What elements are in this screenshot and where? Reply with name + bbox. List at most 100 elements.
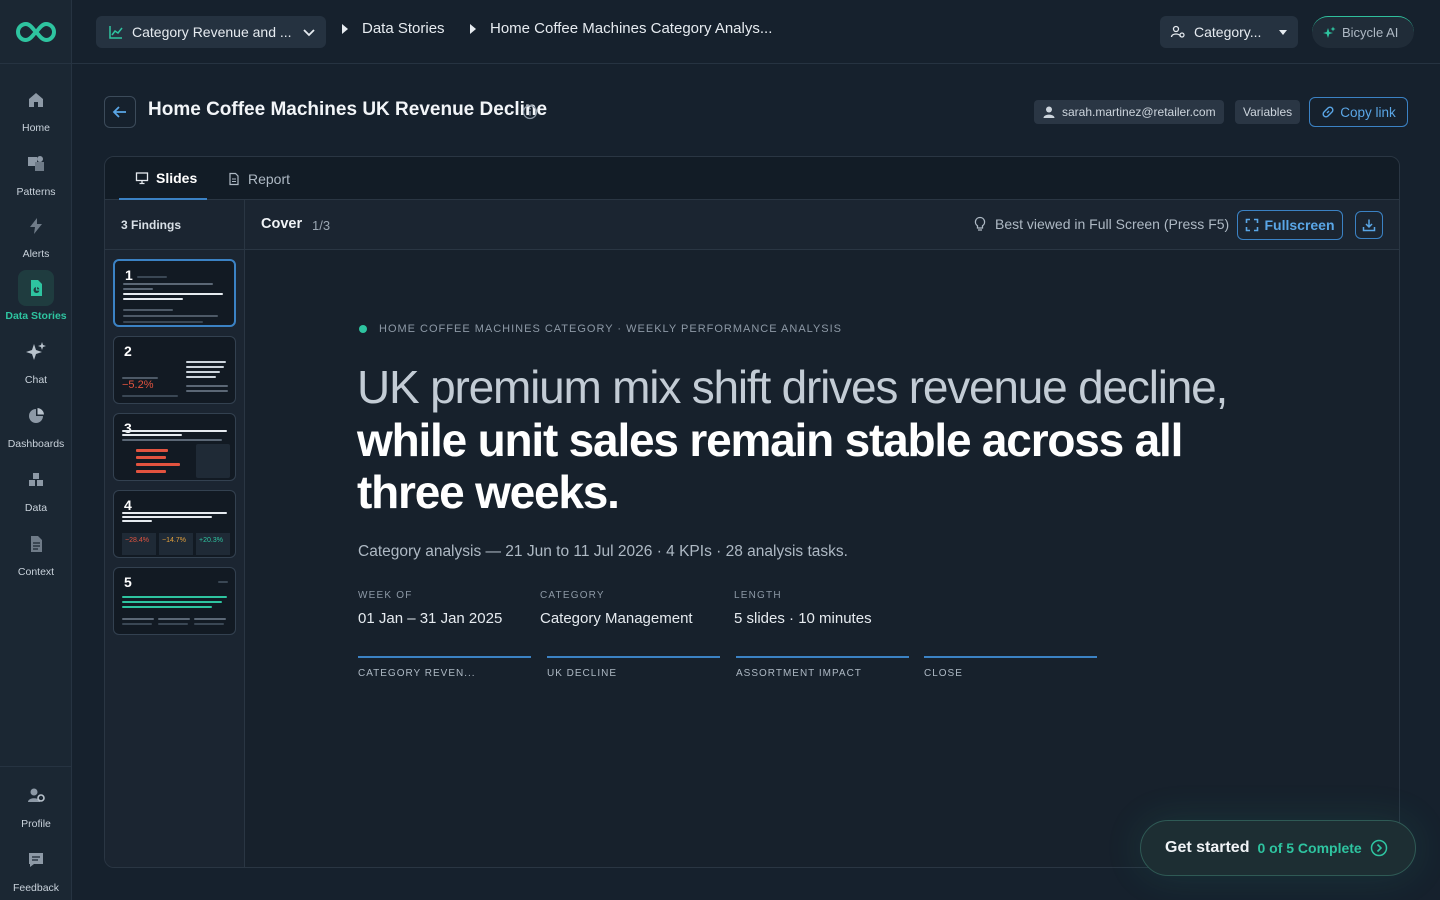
story-panel: Slides Report 3 Findings 1 2 −5.2% 3 4 −… xyxy=(104,156,1400,868)
thumb-line xyxy=(186,361,226,363)
nav-context[interactable]: Context xyxy=(0,526,72,578)
nav-label: Feedback xyxy=(12,882,60,894)
progress-segment[interactable] xyxy=(547,656,720,658)
left-nav: Home Patterns Alerts Data Stories Chat D… xyxy=(0,0,72,900)
thumb-line xyxy=(122,430,227,432)
slide-kicker-text: HOME COFFEE MACHINES CATEGORY · WEEKLY P… xyxy=(379,323,843,335)
top-bar: Category Revenue and ... Data Stories Ho… xyxy=(72,0,1440,64)
nav-data-stories[interactable]: Data Stories xyxy=(0,270,72,322)
category-select[interactable]: Category... xyxy=(1160,16,1298,48)
thumb-line xyxy=(194,618,226,620)
nav-data[interactable]: Data xyxy=(0,462,72,514)
nav-label: Dashboards xyxy=(7,438,65,450)
user-icon xyxy=(1043,106,1055,118)
lightbulb-icon xyxy=(974,216,986,231)
nav-label: Home xyxy=(21,122,50,134)
slide-toolbar: Cover 1/3 Best viewed in Full Screen (Pr… xyxy=(245,200,1399,250)
thumb-line xyxy=(218,581,228,583)
sparkle-icon xyxy=(18,334,54,370)
status-dot xyxy=(359,325,367,333)
breadcrumb-current: Home Coffee Machines Category Analys... xyxy=(470,20,772,37)
progress-segment[interactable] xyxy=(924,656,1097,658)
nav-patterns[interactable]: Patterns xyxy=(0,146,72,198)
thumb-line xyxy=(158,618,190,620)
breadcrumb-label: Home Coffee Machines Category Analys... xyxy=(490,20,773,37)
workspace-select[interactable]: Category Revenue and ... xyxy=(96,16,326,48)
thumb-line xyxy=(123,315,218,317)
back-button[interactable] xyxy=(104,96,136,128)
slide-name: Cover xyxy=(261,216,303,232)
thumb-line xyxy=(122,520,152,522)
tab-report[interactable]: Report xyxy=(227,157,290,200)
thumb-kpi-card: −14.7% xyxy=(159,533,193,555)
progress-label: CATEGORY REVEN... xyxy=(358,668,476,679)
slide-headline-light: UK premium mix shift drives revenue decl… xyxy=(357,361,1228,413)
nav-home[interactable]: Home xyxy=(0,82,72,134)
bicycle-ai-label: Bicycle AI xyxy=(1342,25,1399,40)
document-icon xyxy=(18,526,54,562)
thumb-line xyxy=(122,601,222,603)
fullscreen-hint-text: Best viewed in Full Screen (Press F5) xyxy=(995,216,1230,232)
nav-label: Alerts xyxy=(22,248,50,260)
variables-button[interactable]: Variables xyxy=(1235,100,1301,124)
thumb-line xyxy=(186,366,224,368)
meta-length-value: 5 slides · 10 minutes xyxy=(734,610,872,627)
thumb-bar xyxy=(136,470,166,473)
thumb-line xyxy=(123,288,153,290)
thumb-bar xyxy=(136,449,168,452)
copy-link-button[interactable]: Copy link xyxy=(1309,97,1408,127)
nav-alerts[interactable]: Alerts xyxy=(0,208,72,260)
tab-label: Report xyxy=(248,170,291,187)
slide-thumbnail-3[interactable]: 3 xyxy=(113,413,236,481)
thumb-line xyxy=(122,596,227,598)
thumb-line xyxy=(137,276,167,278)
breadcrumb-data-stories[interactable]: Data Stories xyxy=(342,20,445,37)
nav-feedback[interactable]: Feedback xyxy=(0,842,72,894)
info-icon[interactable] xyxy=(522,104,538,125)
get-started-widget[interactable]: Get started 0 of 5 Complete xyxy=(1140,820,1416,876)
thumb-line xyxy=(186,376,216,378)
infinity-logo-icon xyxy=(15,21,56,42)
cubes-icon xyxy=(18,462,54,498)
slide-thumbnail-5[interactable]: 5 xyxy=(113,567,236,635)
slide-thumbnail-4[interactable]: 4 −28.4% −14.7% +20.3% xyxy=(113,490,236,558)
app-logo[interactable] xyxy=(0,0,71,64)
bicycle-ai-button[interactable]: Bicycle AI xyxy=(1312,16,1414,48)
get-started-progress: 0 of 5 Complete xyxy=(1257,840,1362,856)
profile-gear-icon xyxy=(18,778,54,814)
download-button[interactable] xyxy=(1355,211,1383,239)
fullscreen-button[interactable]: Fullscreen xyxy=(1237,210,1343,240)
line-chart-icon xyxy=(109,26,123,39)
thumb-line xyxy=(122,516,212,518)
bolt-icon xyxy=(18,208,54,244)
slide-kicker: HOME COFFEE MACHINES CATEGORY · WEEKLY P… xyxy=(359,323,842,335)
document-icon xyxy=(229,172,239,185)
thumb-line xyxy=(122,512,227,514)
slide-thumbnail-number: 5 xyxy=(124,574,132,590)
patterns-icon xyxy=(18,146,54,182)
nav-label: Profile xyxy=(21,818,51,830)
nav-divider xyxy=(0,766,72,767)
nav-chat[interactable]: Chat xyxy=(0,334,72,386)
nav-dashboards[interactable]: Dashboards xyxy=(0,398,72,450)
slide-thumbnail-number: 2 xyxy=(124,343,132,359)
nav-label: Data xyxy=(24,502,48,514)
thumb-line xyxy=(122,439,222,441)
nav-profile[interactable]: Profile xyxy=(0,778,72,830)
progress-label: UK DECLINE xyxy=(547,668,618,679)
slide-subline: Category analysis — 21 Jun to 11 Jul 202… xyxy=(358,543,848,560)
tab-slides[interactable]: Slides xyxy=(119,157,207,200)
sparkle-icon xyxy=(1323,26,1336,38)
view-tabs: Slides Report xyxy=(105,157,1399,200)
nav-label: Context xyxy=(17,566,55,578)
breadcrumb-label: Data Stories xyxy=(362,20,445,37)
category-select-label: Category... xyxy=(1194,24,1262,40)
progress-segment[interactable] xyxy=(736,656,909,658)
slide-thumbnail-1[interactable]: 1 xyxy=(113,259,236,327)
workspace-select-label: Category Revenue and ... xyxy=(132,24,292,40)
caret-right-icon xyxy=(342,23,348,34)
slide-thumbnail-2[interactable]: 2 −5.2% xyxy=(113,336,236,404)
progress-label: CLOSE xyxy=(924,668,963,679)
progress-segment[interactable] xyxy=(358,656,531,658)
slide-counter: 1/3 xyxy=(312,218,331,233)
